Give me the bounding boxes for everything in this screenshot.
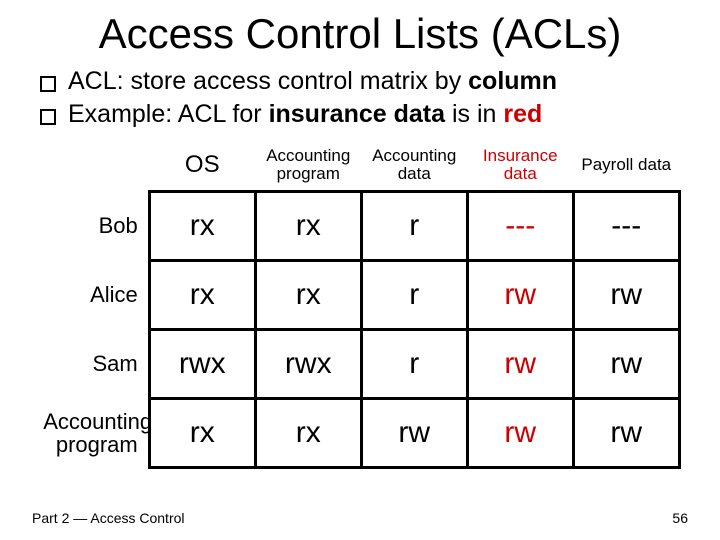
cell: rx (149, 191, 255, 260)
bullet-item: ACL: store access control matrix by colu… (40, 66, 688, 97)
footer-page-number: 56 (672, 510, 688, 526)
footer-left: Part 2 — Access Control (32, 510, 185, 526)
row-label-alice: Alice (39, 260, 149, 329)
square-bullet-icon (40, 109, 56, 125)
table-row: Alice rx rx r rw rw (39, 260, 679, 329)
bullet-text-bold-red: red (503, 100, 542, 128)
header-accounting-program: Accounting program (255, 145, 361, 192)
access-control-table: OS Accounting program Accounting data In… (39, 145, 681, 469)
header-accounting-data: Accounting data (361, 145, 467, 192)
slide-title: Access Control Lists (ACLs) (32, 10, 688, 58)
cell-insurance: rw (467, 260, 573, 329)
cell: rw (573, 260, 679, 329)
bullet-text-fragment: Example: ACL for (68, 100, 269, 128)
cell: rx (255, 191, 361, 260)
cell: rx (149, 260, 255, 329)
header-blank (39, 145, 149, 192)
cell: r (361, 260, 467, 329)
cell: rx (255, 260, 361, 329)
bullet-list: ACL: store access control matrix by colu… (40, 66, 688, 131)
cell: r (361, 329, 467, 398)
header-insurance-data: Insurance data (467, 145, 573, 192)
row-label-sam: Sam (39, 329, 149, 398)
cell: r (361, 191, 467, 260)
cell-insurance: rw (467, 329, 573, 398)
slide-footer: Part 2 — Access Control 56 (32, 510, 688, 526)
table-row: Bob rx rx r --- --- (39, 191, 679, 260)
bullet-text: Example: ACL for insurance data is in re… (68, 99, 542, 130)
bullet-item: Example: ACL for insurance data is in re… (40, 99, 688, 130)
bullet-text-bold: column (468, 67, 557, 95)
cell: rw (573, 329, 679, 398)
bullet-text: ACL: store access control matrix by colu… (68, 66, 557, 97)
square-bullet-icon (40, 76, 56, 92)
cell: rw (573, 398, 679, 467)
header-os: OS (149, 145, 255, 192)
cell-insurance: --- (467, 191, 573, 260)
cell: --- (573, 191, 679, 260)
cell: rwx (255, 329, 361, 398)
bullet-text-fragment: ACL: store access control matrix by (68, 67, 468, 95)
cell: rwx (149, 329, 255, 398)
cell: rx (255, 398, 361, 467)
row-label-bob: Bob (39, 191, 149, 260)
cell: rw (361, 398, 467, 467)
cell: rx (149, 398, 255, 467)
bullet-text-fragment: is in (445, 100, 503, 128)
slide: Access Control Lists (ACLs) ACL: store a… (0, 0, 720, 540)
row-label-accounting-program: Accounting program (39, 398, 149, 467)
table-row: Sam rwx rwx r rw rw (39, 329, 679, 398)
cell-insurance: rw (467, 398, 573, 467)
header-payroll-data: Payroll data (573, 145, 679, 192)
bullet-text-bold: insurance data (269, 100, 445, 128)
table-header-row: OS Accounting program Accounting data In… (39, 145, 679, 192)
table-row: Accounting program rx rx rw rw rw (39, 398, 679, 467)
